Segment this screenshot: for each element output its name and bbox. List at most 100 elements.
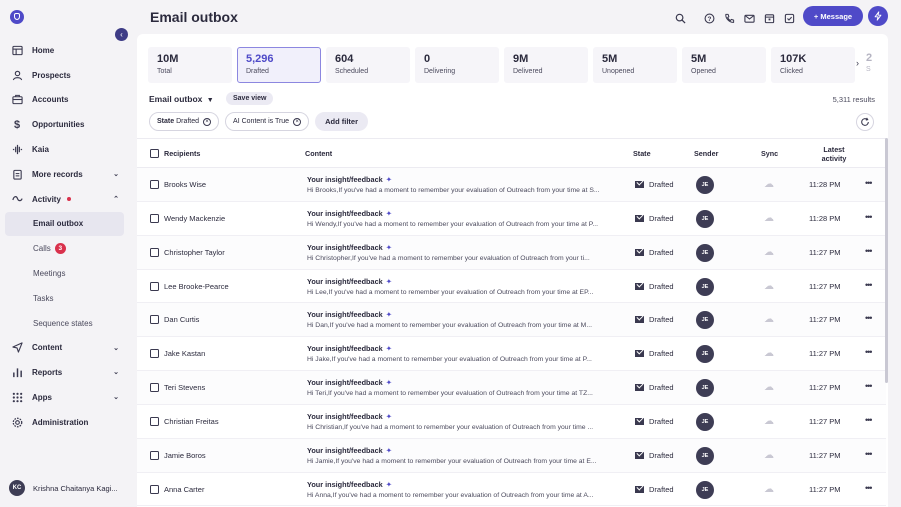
col-sync[interactable]: Sync: [761, 149, 778, 158]
col-content[interactable]: Content: [305, 149, 332, 158]
sidebar-item-reports[interactable]: Reports ⌄: [0, 360, 133, 385]
add-filter-button[interactable]: Add filter: [315, 112, 368, 131]
table-scrollbar[interactable]: [885, 138, 888, 383]
email-subject[interactable]: Your insight/feedback ✦: [307, 480, 392, 489]
more-options-icon[interactable]: •••: [865, 212, 873, 222]
close-icon[interactable]: ×: [293, 117, 302, 126]
bolt-icon[interactable]: [868, 6, 888, 26]
row-checkbox[interactable]: [150, 416, 159, 426]
email-subject[interactable]: Your insight/feedback ✦: [307, 209, 392, 218]
email-subject[interactable]: Your insight/feedback ✦: [307, 344, 392, 353]
row-checkbox[interactable]: [150, 281, 159, 291]
select-all-checkbox[interactable]: [150, 149, 159, 158]
recipient-name[interactable]: Dan Curtis: [164, 315, 199, 324]
recipient-name[interactable]: Christopher Taylor: [164, 248, 225, 257]
table-row[interactable]: Christopher Taylor Your insight/feedback…: [137, 235, 886, 270]
sender-avatar[interactable]: JE: [696, 379, 714, 398]
outreach-logo-icon[interactable]: [10, 10, 24, 24]
row-checkbox[interactable]: [150, 383, 159, 393]
sidebar-item-more-records[interactable]: More records ⌄: [0, 162, 133, 187]
table-row[interactable]: Christian Freitas Your insight/feedback ✦…: [137, 404, 886, 439]
more-options-icon[interactable]: •••: [865, 449, 873, 459]
table-row[interactable]: Brooks Wise Your insight/feedback ✦ Hi Br…: [137, 168, 886, 202]
row-checkbox[interactable]: [150, 315, 159, 325]
sidebar-item-home[interactable]: Home: [0, 38, 133, 63]
phone-icon[interactable]: [721, 10, 737, 26]
col-recipients[interactable]: Recipients: [164, 149, 200, 158]
sidebar-item-accounts[interactable]: Accounts: [0, 88, 133, 113]
new-message-button[interactable]: + Message: [803, 6, 863, 26]
email-subject[interactable]: Your insight/feedback ✦: [307, 412, 392, 421]
more-options-icon[interactable]: •••: [865, 347, 873, 357]
sender-avatar[interactable]: JE: [696, 446, 714, 465]
table-row[interactable]: Lee Brooke-Pearce Your insight/feedback ✦…: [137, 269, 886, 304]
save-view-button[interactable]: Save view: [226, 92, 274, 105]
recipient-name[interactable]: Anna Carter: [164, 485, 204, 494]
filter-chip-ai-content[interactable]: AI Content is True ×: [225, 112, 310, 131]
user-profile[interactable]: KC Krishna Chaitanya Kagi...: [9, 480, 118, 496]
table-row[interactable]: Wendy Mackenzie Your insight/feedback ✦ H…: [137, 201, 886, 236]
stat-delivering[interactable]: 0 Delivering: [415, 47, 499, 83]
row-checkbox[interactable]: [150, 180, 159, 189]
more-options-icon[interactable]: •••: [865, 280, 873, 290]
sidebar-subitem-tasks[interactable]: Tasks: [0, 286, 133, 311]
recipient-name[interactable]: Jake Kastan: [164, 349, 205, 358]
view-selector[interactable]: Email outbox ▼: [149, 94, 214, 104]
sidebar-item-prospects[interactable]: Prospects: [0, 63, 133, 88]
more-options-icon[interactable]: •••: [865, 415, 873, 425]
email-subject[interactable]: Your insight/feedback ✦: [307, 310, 392, 319]
table-row[interactable]: Jamie Boros Your insight/feedback ✦ Hi Ja…: [137, 438, 886, 473]
task-checkbox-icon[interactable]: [781, 10, 797, 26]
sidebar-subitem-email-outbox[interactable]: Email outbox: [5, 211, 124, 237]
stat-clicked[interactable]: 107K Clicked: [771, 47, 855, 83]
recipient-name[interactable]: Jamie Boros: [164, 451, 206, 460]
table-row[interactable]: Jake Kastan Your insight/feedback ✦ Hi Ja…: [137, 337, 886, 372]
recipient-name[interactable]: Wendy Mackenzie: [164, 214, 225, 223]
stat-scheduled[interactable]: 604 Scheduled: [326, 47, 410, 83]
email-subject[interactable]: Your insight/feedback ✦: [307, 277, 392, 286]
chevron-right-icon[interactable]: ›: [856, 58, 859, 68]
stat-unopened[interactable]: 5M Unopened: [593, 47, 677, 83]
sidebar-item-activity[interactable]: Activity ⌃: [0, 187, 133, 212]
sender-avatar[interactable]: JE: [696, 345, 714, 364]
more-options-icon[interactable]: •••: [865, 313, 873, 323]
sidebar-item-administration[interactable]: Administration: [0, 410, 133, 435]
sender-avatar[interactable]: JE: [696, 412, 714, 431]
more-options-icon[interactable]: •••: [865, 381, 873, 391]
col-state[interactable]: State: [633, 149, 651, 158]
more-options-icon[interactable]: •••: [865, 483, 873, 493]
stat-delivered[interactable]: 9M Delivered: [504, 47, 588, 83]
table-row[interactable]: Teri Stevens Your insight/feedback ✦ Hi T…: [137, 371, 886, 405]
table-row[interactable]: Anna Carter Your insight/feedback ✦ Hi An…: [137, 472, 886, 507]
stat-drafted[interactable]: 5,296 Drafted: [237, 47, 321, 83]
sender-avatar[interactable]: JE: [696, 277, 714, 296]
row-checkbox[interactable]: [150, 349, 159, 359]
filter-chip-state[interactable]: State Drafted ×: [149, 112, 220, 131]
recipient-name[interactable]: Christian Freitas: [164, 417, 219, 426]
stat-total[interactable]: 10M Total: [148, 47, 232, 83]
email-subject[interactable]: Your insight/feedback ✦: [307, 446, 392, 455]
recipient-name[interactable]: Lee Brooke-Pearce: [164, 282, 229, 291]
row-checkbox[interactable]: [150, 484, 159, 494]
sidebar-item-opportunities[interactable]: $ Opportunities: [0, 112, 133, 137]
email-subject[interactable]: Your insight/feedback ✦: [307, 175, 392, 184]
sender-avatar[interactable]: JE: [696, 209, 714, 228]
col-sender[interactable]: Sender: [694, 149, 718, 158]
sidebar-item-kaia[interactable]: Kaia: [0, 137, 133, 162]
calendar-icon[interactable]: [761, 10, 777, 26]
row-checkbox[interactable]: [150, 450, 159, 460]
sidebar-subitem-sequence-states[interactable]: Sequence states: [0, 311, 133, 336]
help-icon[interactable]: ?: [701, 10, 717, 26]
recipient-name[interactable]: Brooks Wise: [164, 180, 206, 189]
sidebar-subitem-meetings[interactable]: Meetings: [0, 261, 133, 286]
sidebar-item-apps[interactable]: Apps ⌄: [0, 385, 133, 410]
more-options-icon[interactable]: •••: [865, 178, 873, 188]
row-checkbox[interactable]: [150, 247, 159, 257]
sidebar-item-content[interactable]: Content ⌄: [0, 336, 133, 361]
email-subject[interactable]: Your insight/feedback ✦: [307, 378, 392, 387]
sender-avatar[interactable]: JE: [696, 480, 714, 499]
mail-icon[interactable]: [741, 10, 757, 26]
refresh-icon[interactable]: [856, 113, 874, 131]
close-icon[interactable]: ×: [203, 117, 212, 126]
more-options-icon[interactable]: •••: [865, 246, 873, 256]
